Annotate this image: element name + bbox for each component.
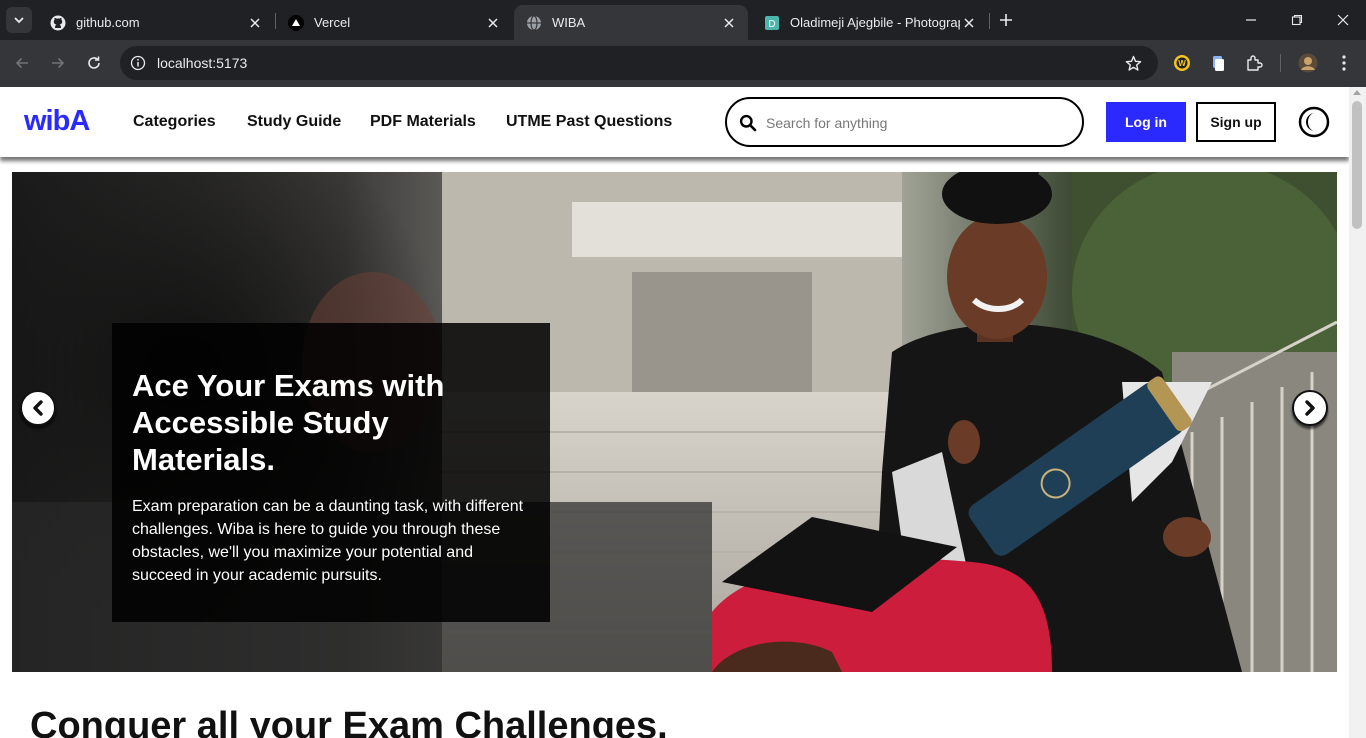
- toolbar-separator: [1280, 54, 1281, 72]
- scroll-thumb[interactable]: [1352, 101, 1362, 229]
- tab-title: WIBA: [552, 15, 586, 30]
- tab-separator: [989, 13, 990, 29]
- signup-button[interactable]: Sign up: [1196, 102, 1276, 142]
- tab-close-icon[interactable]: [484, 14, 502, 32]
- nav-categories[interactable]: Categories: [133, 113, 216, 131]
- page-viewport: wibA Categories Study Guide PDF Material…: [0, 87, 1349, 738]
- hero-description: Exam preparation can be a daunting task,…: [132, 498, 524, 584]
- address-bar[interactable]: localhost:5173: [120, 46, 1158, 80]
- browser-menu-icon[interactable]: [1333, 52, 1355, 74]
- tab-github[interactable]: github.com: [38, 5, 274, 40]
- minimize-button[interactable]: [1228, 0, 1274, 40]
- restore-button[interactable]: [1274, 0, 1320, 40]
- arrow-left-icon: [15, 57, 28, 69]
- reload-icon: [88, 56, 100, 69]
- forward-button[interactable]: [46, 51, 70, 75]
- section-title: Conquer all your Exam Challenges.: [30, 705, 668, 738]
- tab-vercel[interactable]: Vercel: [276, 5, 512, 40]
- scroll-up-arrow-icon[interactable]: [1353, 90, 1361, 95]
- svg-text:D: D: [768, 19, 775, 30]
- page-scrollbar[interactable]: [1349, 87, 1366, 738]
- back-button[interactable]: [10, 51, 34, 75]
- search-box[interactable]: [725, 97, 1084, 147]
- tab-close-icon[interactable]: [246, 14, 264, 32]
- tab-title: Oladimeji Ajegbile - Photograp: [790, 15, 960, 30]
- plus-icon: [1000, 14, 1012, 26]
- vercel-icon: [288, 14, 304, 31]
- tab-title: github.com: [76, 15, 140, 30]
- hero-carousel: Ace Your Exams with Accessible Study Mat…: [12, 172, 1337, 672]
- globe-icon: [526, 14, 542, 31]
- nav-utme-past-questions[interactable]: UTME Past Questions: [506, 113, 672, 131]
- profile-avatar-icon[interactable]: [1297, 52, 1319, 74]
- moon-icon: [1298, 106, 1330, 138]
- arrow-right-icon: [52, 57, 65, 69]
- extensions-puzzle-icon[interactable]: [1243, 52, 1265, 74]
- tab-close-icon[interactable]: [960, 14, 978, 32]
- tab-photography[interactable]: D Oladimeji Ajegbile - Photograp: [752, 5, 988, 40]
- chevron-down-icon: [14, 17, 24, 24]
- carousel-prev-button[interactable]: [20, 390, 56, 426]
- bookmark-star-icon[interactable]: [1124, 54, 1142, 72]
- wallet-extension-icon[interactable]: W: [1171, 52, 1193, 74]
- nav-pdf-materials[interactable]: PDF Materials: [370, 113, 476, 131]
- minimize-icon: [1246, 19, 1256, 21]
- chevron-right-icon: [1305, 400, 1315, 416]
- github-icon: [50, 15, 66, 31]
- url-text: localhost:5173: [157, 55, 248, 71]
- carousel-next-button[interactable]: [1292, 390, 1328, 426]
- dark-mode-toggle[interactable]: [1298, 106, 1330, 138]
- search-icon: [739, 114, 757, 132]
- reload-button[interactable]: [82, 51, 106, 75]
- tab-wiba[interactable]: WIBA: [514, 5, 748, 40]
- copy-extension-icon[interactable]: [1207, 52, 1229, 74]
- browser-toolbar: localhost:5173 W: [0, 40, 1366, 87]
- restore-icon: [1291, 14, 1303, 26]
- tab-search-button[interactable]: [6, 7, 32, 33]
- close-icon: [1337, 14, 1349, 26]
- tab-close-icon[interactable]: [720, 14, 738, 32]
- search-input[interactable]: [766, 111, 1066, 135]
- wiba-logo[interactable]: wibA: [23, 105, 106, 137]
- login-button[interactable]: Log in: [1106, 102, 1186, 142]
- doc-icon: D: [764, 15, 780, 31]
- close-window-button[interactable]: [1320, 0, 1366, 40]
- svg-text:W: W: [1178, 59, 1186, 68]
- nav-study-guide[interactable]: Study Guide: [247, 113, 341, 131]
- hero-caption: Ace Your Exams with Accessible Study Mat…: [112, 323, 550, 622]
- site-info-icon[interactable]: [129, 54, 147, 72]
- tab-title: Vercel: [314, 15, 351, 30]
- browser-tab-strip: github.com Vercel WIBA D Oladimeji Ajegb…: [0, 0, 1366, 40]
- site-header: wibA Categories Study Guide PDF Material…: [0, 87, 1349, 157]
- svg-text:wibA: wibA: [24, 106, 90, 136]
- hero-headline: Ace Your Exams with Accessible Study Mat…: [132, 368, 445, 477]
- new-tab-button[interactable]: [996, 10, 1016, 30]
- chevron-left-icon: [33, 400, 43, 416]
